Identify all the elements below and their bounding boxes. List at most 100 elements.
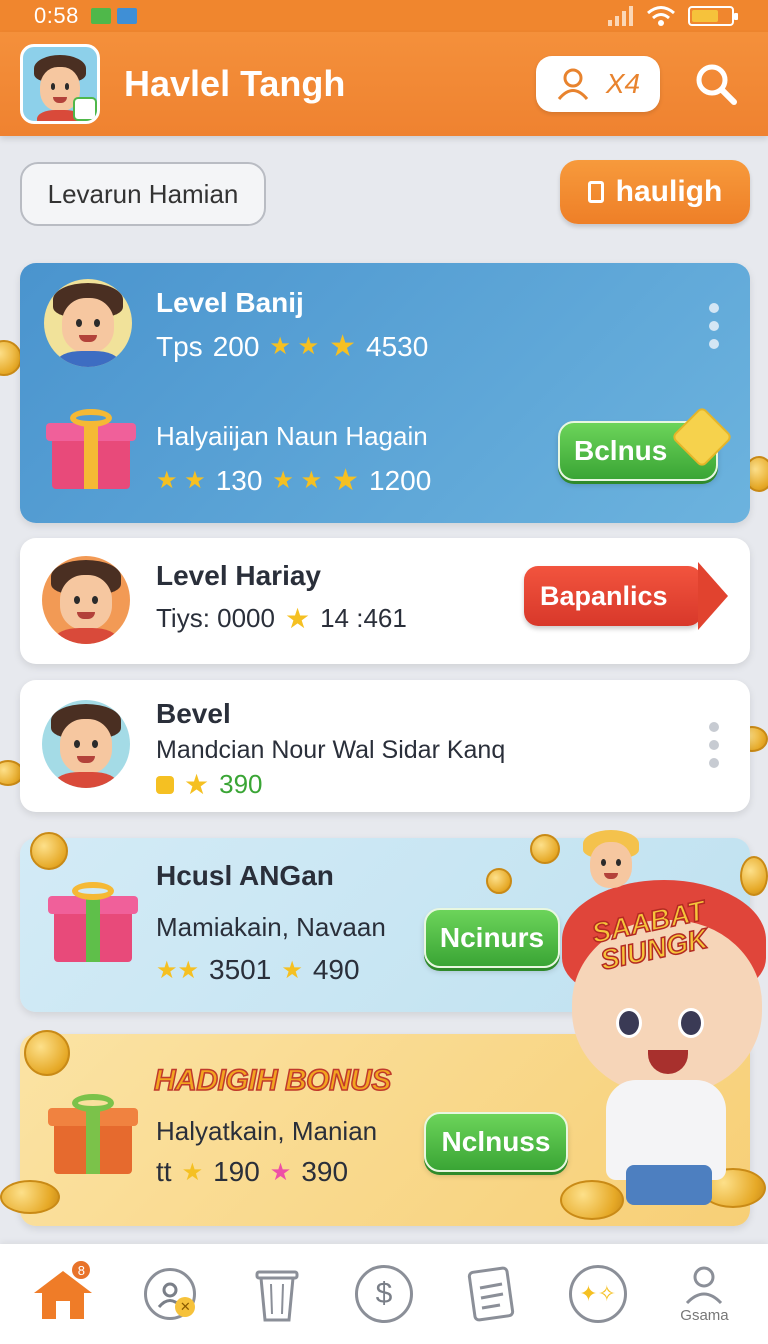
nav-trash[interactable] [232,1249,322,1339]
person-icon [686,1266,723,1304]
stats-value: 200 [212,330,260,362]
star-icon: ★ ★ [156,467,206,494]
sidekick-character [576,826,646,900]
card-stats: tt ★ 190 ★ 390 [156,1156,348,1188]
star-icon: ★ [184,769,210,800]
gift-icon [46,409,136,489]
star-icon: ★ [284,603,311,634]
coin-decoration [30,832,68,870]
bonus-claim-label: Nclnuss [441,1126,551,1157]
coin-decoration [486,868,512,894]
close-icon: ✕ [175,1297,196,1317]
user-pill-text: X4 [605,68,641,99]
magic-icon: ✦✧ [568,1265,627,1323]
stats-value: 4530 [366,330,429,362]
action-chip-label: hauligh [615,175,723,208]
app-header: Havlel Tangh X4 [0,32,768,136]
stats-value: 390 [301,1156,349,1187]
status-bar: 0:58 [0,0,768,32]
claim-button-label: Ncinurs [439,922,545,953]
stats-value: 130 [215,464,263,496]
nav-home[interactable]: 8 [18,1249,108,1339]
gift-icon [48,882,138,962]
star-icon: ★ ★ [269,333,320,360]
app-notification-icon [90,8,111,24]
star-icon: ★ [269,1158,292,1186]
bonus-button[interactable]: Bclnus [558,405,734,481]
more-options-icon[interactable] [708,722,720,768]
battery-icon [688,6,738,26]
card-subtitle: Halyatkain, Manian [156,1116,378,1146]
stats-value: 3501 [209,954,272,985]
nav-profile[interactable]: ✕ [125,1249,215,1339]
star-icon: ★ [332,464,360,497]
claim-button[interactable]: Ncinurs [424,908,560,968]
search-icon [696,64,737,105]
stats-value: 390 [219,769,263,799]
nav-account[interactable]: Gsama [659,1249,749,1339]
stats-value: 490 [312,954,360,985]
signal-icon [608,6,633,26]
star-icon: ★ [329,330,357,363]
coin-decoration [24,1030,70,1076]
gift-icon [48,1094,138,1174]
level-card[interactable]: Level Hariay Tiys: 0000 ★ 14 :461 Bapanl… [20,538,750,664]
card-stats: ★ 390 [156,768,263,801]
star-icon: ★★ [156,956,200,984]
coin-icon [156,775,174,794]
gem-icon [670,405,734,469]
filter-chip[interactable]: Levarun Hamian [20,162,266,226]
reward-stats: ★ ★ 130 ★ ★ ★ 1200 [156,463,431,498]
card-title: Level Hariay [156,560,321,591]
stats-value: 190 [213,1156,260,1187]
avatar-badge-icon [73,97,97,121]
stats-value: 1200 [369,464,432,496]
search-button[interactable] [694,62,738,106]
player-avatar [44,279,132,367]
card-title: Level Banij [156,287,304,318]
nav-wallet[interactable]: $ [339,1249,429,1339]
user-pill-button[interactable]: X4 [536,56,660,112]
clock: 0:58 [34,3,79,28]
mascot-character: SAABAT SIUNGK [562,880,766,1210]
reward-title: Halyaiijan Naun Hagain [156,421,428,451]
star-icon: ★ [281,956,303,984]
bottom-navigation: 8 ✕ $ ✦✧ Gsama [0,1244,768,1344]
card-subtitle: Mandcian Nour Wal Sidar Kanq [156,736,506,764]
nav-account-label: Gsama [680,1306,729,1324]
level-card-featured[interactable]: Level Banij Tps 200 ★ ★ ★ 4530 Halyaiija… [20,263,750,523]
action-chip-button[interactable]: hauligh [560,160,750,224]
star-icon: ★ [181,1158,204,1186]
play-button[interactable]: Bapanlics [524,562,728,630]
card-stats: Tiys: 0000 ★ 14 :461 [156,602,407,635]
card-title: Bevel [156,698,231,729]
more-options-icon[interactable] [708,303,720,349]
bonus-claim-button[interactable]: Nclnuss [424,1112,568,1172]
page-title: Havlel Tangh [124,63,346,104]
coin-decoration [0,1180,60,1214]
stats-value: 14 :461 [320,603,407,633]
card-stats: Tps 200 ★ ★ ★ 4530 [156,329,428,364]
wifi-icon [647,6,675,26]
profile-avatar[interactable] [20,44,100,124]
app-notification-icon [116,8,137,24]
level-card[interactable]: Bevel Mandcian Nour Wal Sidar Kanq ★ 390 [20,680,750,812]
bonus-button-label: Bclnus [574,435,668,466]
trash-icon [255,1270,299,1322]
coin-decoration [0,340,22,376]
stats-prefix: Tiys: 0000 [156,603,275,633]
notification-icons [90,8,137,24]
user-icon [557,68,589,100]
dollar-icon: $ [354,1265,413,1323]
play-button-label: Bapanlics [540,580,668,611]
card-title: Hcusl ANGan [156,860,334,891]
star-icon: ★ ★ [272,467,323,494]
bonus-title: HADIGIH BONUS [153,1063,392,1098]
document-icon [587,181,604,203]
nav-magic[interactable]: ✦✧ [553,1249,643,1339]
player-avatar [42,700,130,788]
player-avatar [42,556,130,644]
stats-prefix: tt [156,1156,172,1187]
card-subtitle: Mamiakain, Navaan [156,912,386,942]
nav-documents[interactable] [446,1249,536,1339]
